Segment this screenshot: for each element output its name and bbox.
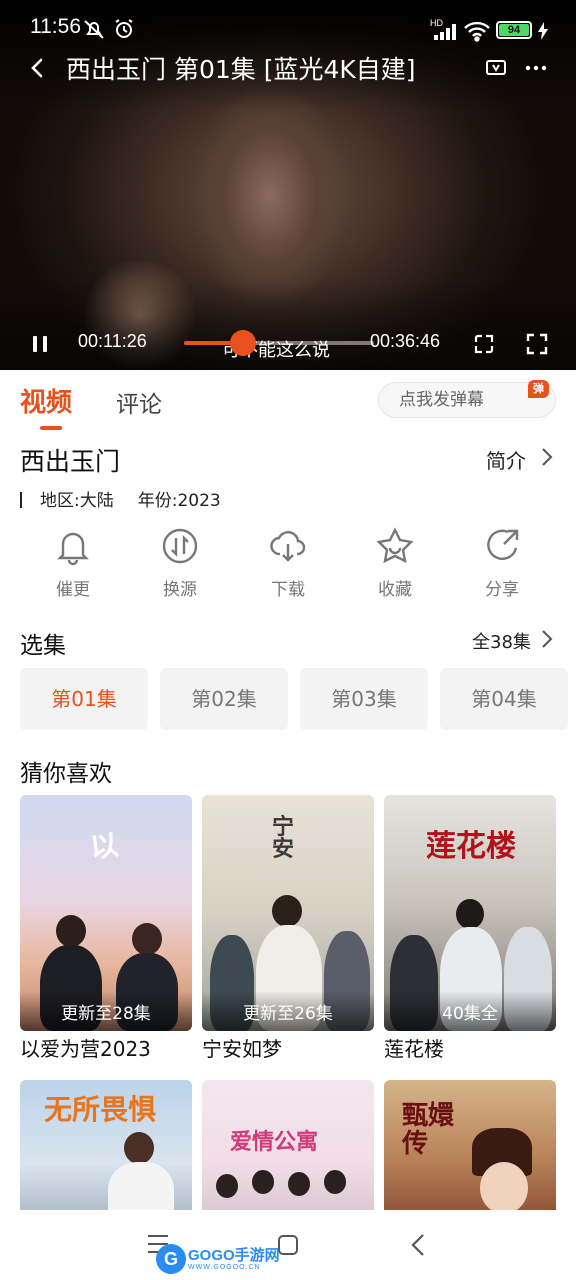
episode-chip[interactable]: 第02集 [160,668,288,730]
poster-logo: 甄嬛传 [402,1101,455,1159]
poster-image: 宁安 更新至26集 [202,795,374,1031]
cast-tv-icon[interactable] [484,56,508,84]
episode-badge: 更新至26集 [202,991,374,1031]
mute-icon [82,17,106,45]
home-icon[interactable] [277,1234,299,1260]
tab-video[interactable]: 视频 [20,382,72,430]
card-title: 以爱为营2023 [20,1037,151,1061]
pause-icon[interactable] [30,334,50,358]
duration: 00:36:46 [370,331,441,351]
switch-source-icon [162,528,198,564]
poster-logo: 无所畏惧 [44,1093,157,1126]
action-share[interactable]: 分享 [457,526,547,600]
show-meta: 地区:大陆 年份:2023 [20,486,221,511]
action-remind[interactable]: 催更 [28,526,118,600]
signal-icon [434,24,460,44]
danmu-badge: 弹 [528,380,549,398]
tab-indicator [40,426,62,430]
recommend-card[interactable]: 宁安 更新至26集 宁安如梦 [202,795,374,1065]
episodes-all-link[interactable]: 全38集 [472,628,531,654]
episode-chip-selected[interactable]: 第01集 [20,668,148,730]
chevron-right-icon[interactable] [538,628,556,654]
episode-badge: 40集全 [384,991,556,1031]
player-title: 西出玉门 第01集 [蓝光4K自建] [66,55,416,84]
star-icon [376,527,414,564]
player-controls: 00:11:26 00:36:46 [0,322,576,362]
recommend-card[interactable]: 莲花楼 40集全 莲花楼 [384,795,556,1065]
chevron-right-icon[interactable] [538,446,556,472]
battery-indicator: 94 [496,21,532,39]
episodes-title: 选集 [20,633,66,659]
progress-knob[interactable] [230,330,256,356]
progress-track[interactable] [184,341,374,345]
bell-icon [57,532,89,566]
status-time: 11:56 [30,15,81,38]
poster-logo: 莲花楼 [426,829,516,864]
recommend-card[interactable]: 爱情公寓 [202,1080,374,1220]
rotate-icon[interactable] [472,332,496,360]
watermark: G GOGO手游网 WWW.GOGOO.CN [156,1242,280,1280]
progress-played [184,341,236,345]
recommend-card[interactable]: 甄嬛传 [384,1080,556,1220]
fullscreen-icon[interactable] [525,332,549,360]
download-icon [270,531,306,562]
poster-logo: 爱情公寓 [230,1130,319,1155]
poster-logo: 以 [88,828,121,865]
status-bar: 11:56 HD 94 [0,0,576,44]
content-tabs: 视频 评论 点我发弹幕 弹 [0,370,576,432]
card-title: 莲花楼 [384,1037,444,1061]
action-switch-source[interactable]: 换源 [135,526,225,600]
action-favorite[interactable]: 收藏 [350,526,440,600]
video-player[interactable]: 11:56 HD 94 西出玉门 第01集 [蓝光4K自建] 可不能这么说 00… [0,0,576,370]
episode-badge: 更新至28集 [20,991,192,1031]
episode-chip[interactable]: 第04集 [440,668,568,730]
watermark-logo: G [156,1244,186,1274]
alarm-icon [112,17,136,45]
recommend-card[interactable]: 无所畏惧 [20,1080,192,1220]
card-title: 宁安如梦 [202,1037,282,1061]
recommend-card[interactable]: 以 更新至28集 以爱为营2023 [20,795,192,1065]
more-icon[interactable] [524,56,548,84]
current-time: 00:11:26 [78,331,147,351]
poster-image: 莲花楼 40集全 [384,795,556,1031]
nav-back-icon[interactable] [408,1233,430,1261]
wifi-icon [463,20,491,46]
action-row: 催更 换源 下载 收藏 分享 [0,526,576,610]
tab-comments[interactable]: 评论 [116,385,162,419]
system-nav-bar: G GOGO手游网 WWW.GOGOO.CN [0,1210,576,1280]
recommend-title: 猜你喜欢 [20,761,112,787]
charging-icon [538,22,548,44]
share-icon [487,529,519,561]
action-download[interactable]: 下载 [243,526,333,600]
show-title: 西出玉门 [20,447,121,476]
intro-link[interactable]: 简介 [486,445,526,474]
danmu-input[interactable]: 点我发弹幕 弹 [378,380,556,418]
poster-image: 以 更新至28集 [20,795,192,1031]
episode-chip[interactable]: 第03集 [300,668,428,730]
meta-divider [20,492,22,508]
back-icon[interactable] [26,56,50,84]
poster-logo: 宁安 [272,815,295,862]
